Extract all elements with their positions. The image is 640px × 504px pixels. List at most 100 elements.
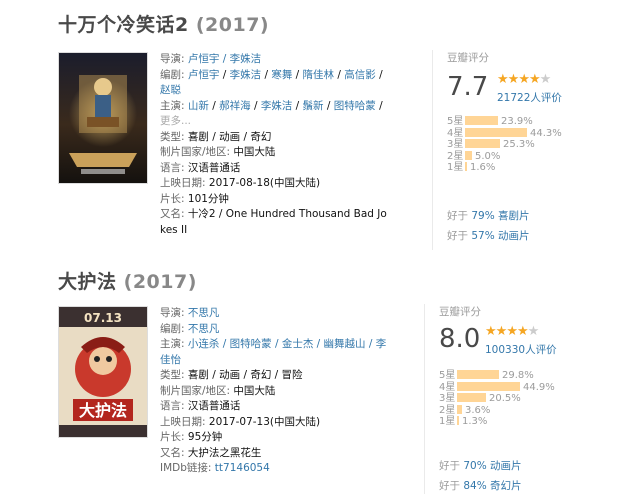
poster-image[interactable]: 07.13 大护法 (58, 306, 148, 438)
dist-bar (465, 127, 527, 137)
dist-label: 3星 (447, 139, 464, 150)
cast-link[interactable]: 郝祥海 (219, 100, 251, 112)
better-link[interactable]: 70% 动画片 (463, 460, 521, 472)
rating-heading: 豆瓣评分 (439, 306, 481, 318)
dist-label: 4星 (439, 381, 456, 393)
cast-link[interactable]: 佳怡 (160, 354, 181, 366)
genre-value: 奇幻 (250, 369, 272, 381)
cast-link[interactable]: 鬚新 (303, 100, 324, 112)
aka-label: 又名: (160, 446, 185, 459)
genre-label: 类型: (160, 130, 185, 143)
director-link[interactable]: 卢恒宇 / 李姝洁 (188, 53, 261, 65)
star-icon: ★ (485, 324, 497, 339)
dist-percent: 3.6% (465, 404, 491, 416)
dist-bar (457, 404, 462, 414)
votes-link[interactable]: 21722人评价 (497, 90, 562, 105)
star-rating: ★★★★★ (497, 72, 552, 87)
director-label: 导演: (160, 53, 185, 65)
writer-label: 编剧: (160, 68, 185, 81)
star-icon: ★ (539, 72, 552, 87)
cast-link[interactable]: 山新 (188, 100, 209, 112)
cast-link[interactable]: 小连杀 / 图特哈蒙 / 金士杰 / 幽舞越山 / 李 (188, 338, 386, 350)
genre-value: 动画 (219, 130, 241, 143)
svg-text:07.13: 07.13 (84, 311, 122, 325)
more-link[interactable]: 更多... (160, 115, 191, 127)
better-prefix: 好于 (439, 460, 464, 472)
better-prefix: 好于 (447, 230, 472, 242)
writer-link[interactable]: 李姝洁 (230, 69, 262, 81)
writer-link[interactable]: 卢恒宇 (188, 69, 220, 81)
rating-dist-row: 1星 1.3% (439, 416, 555, 428)
rating-dist-row: 4星 44.3% (447, 127, 562, 140)
poster-image[interactable] (58, 52, 148, 184)
writer-label: 编剧: (160, 322, 185, 335)
aka-value: 大护法之黑花生 (187, 446, 262, 459)
dist-bar (465, 150, 472, 160)
rating-score: 7.7 (447, 72, 489, 102)
genre-value: 喜剧 (187, 130, 209, 143)
dist-label: 3星 (439, 393, 456, 404)
language-value: 汉语普通话 (187, 161, 241, 174)
rating-dist-row: 2星 3.6% (439, 404, 555, 417)
dist-label: 2星 (447, 150, 464, 162)
dist-label: 5星 (439, 370, 456, 381)
genre-label: 类型: (160, 369, 185, 381)
writer-link[interactable]: 赵聪 (160, 84, 181, 96)
release-label: 上映日期: (160, 415, 206, 428)
runtime-value: 101分钟 (187, 192, 229, 205)
rating-score: 8.0 (439, 324, 481, 354)
rating-dist-row: 3星 25.3% (447, 139, 562, 151)
rating-panel: 豆瓣评分 8.0 ★★★★★ 100330人评价 5星 29.8% 4星 44.9% 3… (424, 304, 599, 494)
dist-label: 4星 (447, 127, 464, 139)
star-icon: ★ (516, 324, 529, 339)
imdb-link[interactable]: tt7146054 (215, 462, 270, 474)
dist-bar (465, 116, 498, 125)
star-icon: ★ (507, 72, 520, 87)
genre-value: 奇幻 (250, 130, 272, 143)
cast-link[interactable]: 李姝洁 (261, 100, 293, 112)
dist-percent: 29.8% (502, 370, 534, 381)
dist-percent: 5.0% (475, 150, 501, 162)
movie-name: 大护法 (58, 271, 117, 293)
dist-bar (465, 162, 467, 171)
runtime-label: 片长: (160, 192, 185, 205)
imdb-label: IMDb链接: (160, 462, 212, 474)
genre-value: 冒险 (281, 369, 303, 381)
language-value: 汉语普通话 (187, 400, 241, 412)
rating-heading: 豆瓣评分 (447, 52, 489, 64)
star-icon: ★ (518, 72, 530, 87)
release-value: 2017-08-18(中国大陆) (208, 177, 321, 189)
cast-label: 主演: (160, 99, 185, 112)
better-than: 好于 70% 动画片 好于 84% 奇幻片 (439, 456, 522, 496)
movie-year: (2017) (123, 271, 197, 293)
star-rating: ★★★★★ (485, 324, 539, 339)
better-prefix: 好于 (447, 210, 472, 222)
rating-dist-row: 2星 5.0% (447, 150, 562, 163)
country-label: 制片国家/地区: (160, 384, 231, 397)
writer-link[interactable]: 寒舞 (271, 69, 292, 81)
writer-link[interactable]: 隋佳林 (303, 69, 335, 81)
better-prefix: 好于 (439, 480, 464, 492)
genre-value: 动画 (219, 369, 241, 381)
release-label: 上映日期: (160, 177, 206, 189)
votes-link[interactable]: 100330人评价 (485, 342, 557, 357)
svg-text:大护法: 大护法 (79, 401, 127, 420)
country-value: 中国大陆 (233, 146, 276, 158)
writer-link[interactable]: 高信影 (344, 69, 376, 81)
dist-percent: 1.6% (470, 162, 496, 173)
dist-bar (465, 139, 500, 148)
country-value: 中国大陆 (233, 384, 276, 397)
better-link[interactable]: 84% 奇幻片 (463, 480, 521, 492)
dist-percent: 1.3% (462, 416, 488, 427)
director-link[interactable]: 不思凡 (188, 307, 220, 319)
movie-info: 导演: 卢恒宇 / 李姝洁 编剧: 卢恒宇 / 李姝洁 / 寒舞 / 隋佳林 /… (160, 53, 387, 236)
writer-link[interactable]: 不思凡 (188, 323, 220, 335)
movie-title: 十万个冷笑话2 (2017) (58, 10, 269, 37)
cast-link[interactable]: 图特哈蒙 (334, 100, 376, 112)
release-value: 2017-07-13(中国大陆) (208, 415, 321, 428)
movie-info: 导演: 不思凡 编剧: 不思凡 主演: 小连杀 / 图特哈蒙 / 金士杰 / 幽… (160, 307, 387, 474)
better-link[interactable]: 57% 动画片 (471, 230, 529, 242)
better-link[interactable]: 79% 喜剧片 (471, 210, 529, 222)
movie-title: 大护法 (2017) (58, 267, 197, 294)
dist-label: 1星 (439, 416, 456, 427)
